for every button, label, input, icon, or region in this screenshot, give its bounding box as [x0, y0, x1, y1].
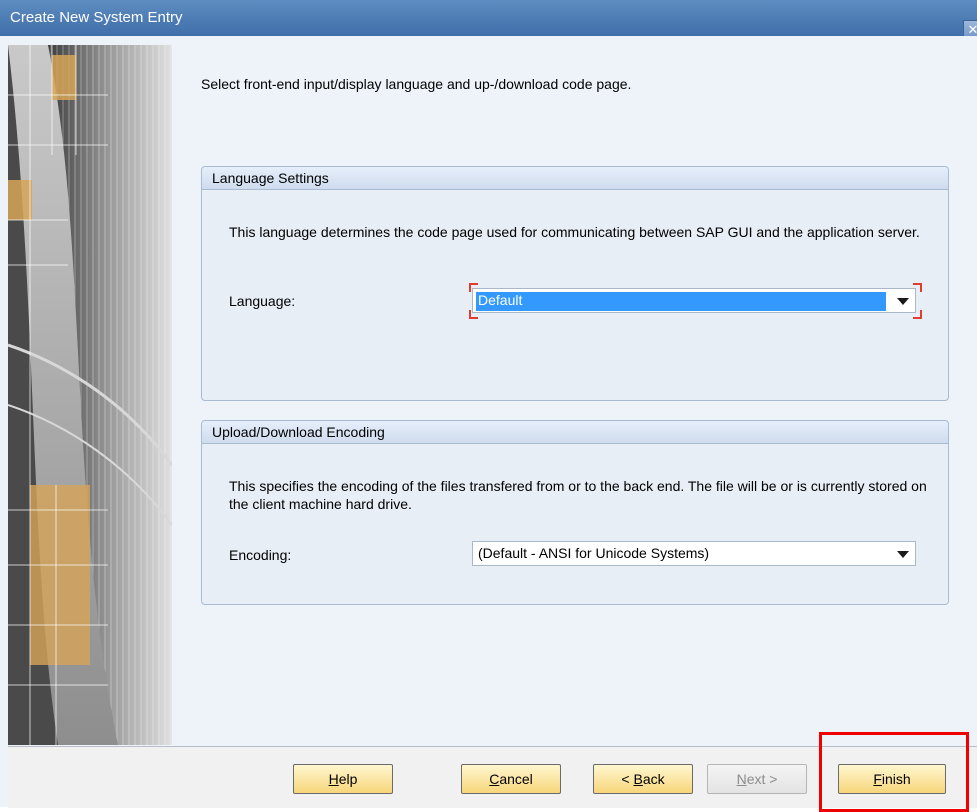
encoding-select-value: (Default - ANSI for Unicode Systems) — [478, 545, 710, 561]
language-select[interactable]: Default — [472, 288, 916, 313]
encoding-select[interactable]: (Default - ANSI for Unicode Systems) — [472, 541, 916, 566]
chevron-down-icon — [897, 298, 909, 305]
chevron-down-icon — [897, 551, 909, 558]
back-mnemonic: B — [633, 771, 643, 787]
language-settings-group: Language Settings This language determin… — [201, 166, 949, 401]
encoding-description: This specifies the encoding of the files… — [229, 478, 927, 512]
language-description: This language determines the code page u… — [229, 224, 920, 240]
required-marker-icon — [913, 283, 922, 292]
cancel-label: ancel — [499, 771, 533, 787]
intro-text: Select front-end input/display language … — [201, 76, 632, 92]
next-button[interactable]: Next > — [707, 764, 807, 794]
language-label: Language: — [229, 293, 296, 309]
close-icon: ✕ — [967, 22, 977, 37]
encoding-group: Upload/Download Encoding This specifies … — [201, 420, 949, 605]
required-marker-icon — [469, 310, 478, 319]
encoding-label: Encoding: — [229, 547, 292, 563]
dialog-window: Create New System Entry ✕ Select front-e… — [0, 0, 977, 812]
help-label: elp — [338, 771, 358, 787]
title-bar: Create New System Entry — [0, 0, 977, 36]
help-button[interactable]: Help — [293, 764, 393, 794]
cancel-button[interactable]: Cancel — [461, 764, 561, 794]
sidebar-banner-image — [8, 45, 172, 745]
window-title: Create New System Entry — [10, 9, 183, 26]
required-marker-icon — [469, 283, 478, 292]
content-panel: Select front-end input/display language … — [180, 36, 977, 746]
back-label: ack — [642, 771, 665, 787]
language-select-value: Default — [478, 292, 523, 308]
building-illustration — [8, 45, 172, 745]
required-marker-icon — [913, 310, 922, 319]
back-button[interactable]: < Back — [593, 764, 693, 794]
help-mnemonic: H — [328, 771, 339, 787]
language-selection-highlight — [476, 292, 886, 311]
finish-highlight-box — [819, 732, 969, 812]
next-label: ext > — [746, 771, 778, 787]
encoding-heading: Upload/Download Encoding — [202, 421, 948, 444]
next-mnemonic: N — [736, 771, 747, 787]
cancel-mnemonic: C — [489, 771, 500, 787]
language-settings-heading: Language Settings — [202, 167, 948, 190]
back-prefix: < — [621, 771, 634, 787]
